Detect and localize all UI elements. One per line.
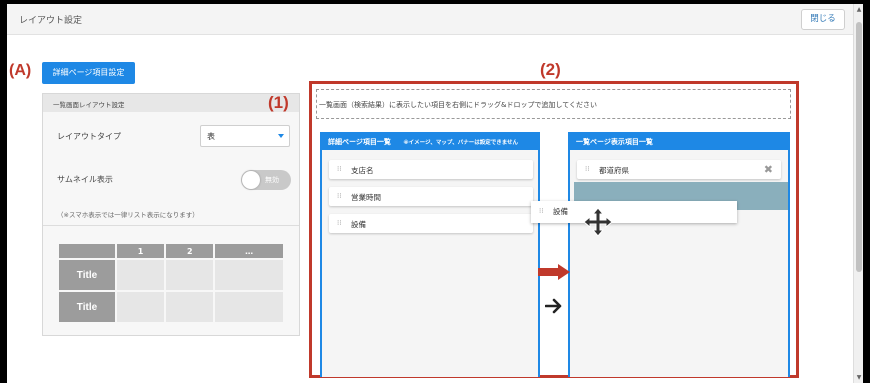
detail-column-header: 詳細ページ項目一覧 ※イメージ、マップ、バナーは設定できません [322,132,538,150]
annotation-1: (1) [268,93,289,112]
window-title: レイアウト設定 [19,16,83,26]
preview-cell [215,260,283,290]
annotation-2: (2) [540,60,561,79]
preview-header-cell: … [215,244,283,258]
divider [43,225,299,226]
grip-icon[interactable]: ⁞⁞ [337,165,341,173]
scrollbar[interactable]: ▲ ▼ [853,4,863,383]
arrow-right-icon [538,264,570,280]
detail-items-column: 詳細ページ項目一覧 ※イメージ、マップ、バナーは設定できません ⁞⁞ 支店名 ⁞… [320,132,540,377]
preview-cell [117,260,165,290]
chevron-down-icon [278,134,284,138]
toggle-knob [242,171,260,189]
layout-type-label: レイアウトタイプ [57,132,121,141]
detail-column-title: 詳細ページ項目一覧 [328,138,391,146]
smartphone-note: （※スマホ表示では一律リスト表示になります） [57,211,199,219]
dragging-item-label: 設備 [553,207,568,216]
preview-cell [117,292,165,322]
item-label: 支店名 [351,166,374,175]
dragging-item[interactable]: ⁞⁞ 設備 [531,201,737,223]
list-item[interactable]: ⁞⁞ 営業時間 [329,187,533,206]
item-label: 営業時間 [351,193,381,202]
grip-icon[interactable]: ⁞⁞ [585,165,589,173]
scroll-down-icon[interactable]: ▼ [855,374,863,381]
arrow-right-icon [545,298,562,314]
item-label: 設備 [351,220,366,229]
scroll-thumb[interactable] [856,22,862,272]
close-icon[interactable]: ✖ [764,163,773,176]
list-item[interactable]: ⁞⁞ 設備 [329,214,533,233]
preview-cell [215,292,283,322]
annotation-a: (A) [9,62,32,79]
item-label: 都道府県 [599,166,629,175]
scroll-up-icon[interactable]: ▲ [855,6,863,13]
move-icon [583,207,613,237]
preview-row-title: Title [59,292,115,322]
list-column-header: 一覧ページ表示項目一覧 [570,132,788,150]
list-item[interactable]: ⁞⁞ 支店名 [329,160,533,179]
list-item[interactable]: ⁞⁞ 都道府県 ✖ [577,160,781,179]
preview-header-cell [59,244,115,258]
grip-icon[interactable]: ⁞⁞ [337,192,341,200]
preview-row: Title [59,292,283,322]
toggle-state: 無効 [265,176,279,184]
layout-type-value: 表 [207,132,215,141]
preview-header-row: 1 2 … [59,244,283,258]
thumbnail-toggle[interactable]: 無効 [241,170,291,190]
preview-header-cell: 2 [166,244,214,258]
grip-icon[interactable]: ⁞⁞ [337,219,341,227]
preview-cell [166,292,214,322]
preview-row: Title [59,260,283,290]
grip-icon[interactable]: ⁞⁞ [539,207,543,215]
thumbnail-label: サムネイル表示 [57,175,113,184]
layout-type-select[interactable]: 表 [200,125,290,147]
detail-page-settings-button[interactable]: 詳細ページ項目設定 [42,62,135,84]
layout-preview-table: 1 2 … Title Title [57,242,285,324]
preview-cell [166,260,214,290]
title-bar: レイアウト設定 閉じる [7,4,853,35]
close-button[interactable]: 閉じる [801,9,845,30]
list-layout-panel: 一覧画面レイアウト設定 レイアウトタイプ 表 サムネイル表示 無効 （※スマホ表… [42,93,300,336]
list-display-column: 一覧ページ表示項目一覧 ⁞⁞ 都道府県 ✖ [568,132,790,377]
instruction-box: 一覧画面（検索結果）に表示したい項目を右側にドラッグ&ドロップで追加してください [316,89,791,119]
preview-row-title: Title [59,260,115,290]
detail-column-note: ※イメージ、マップ、バナーは設定できません [403,140,519,146]
preview-header-cell: 1 [117,244,165,258]
panel-header: 一覧画面レイアウト設定 [43,94,299,112]
